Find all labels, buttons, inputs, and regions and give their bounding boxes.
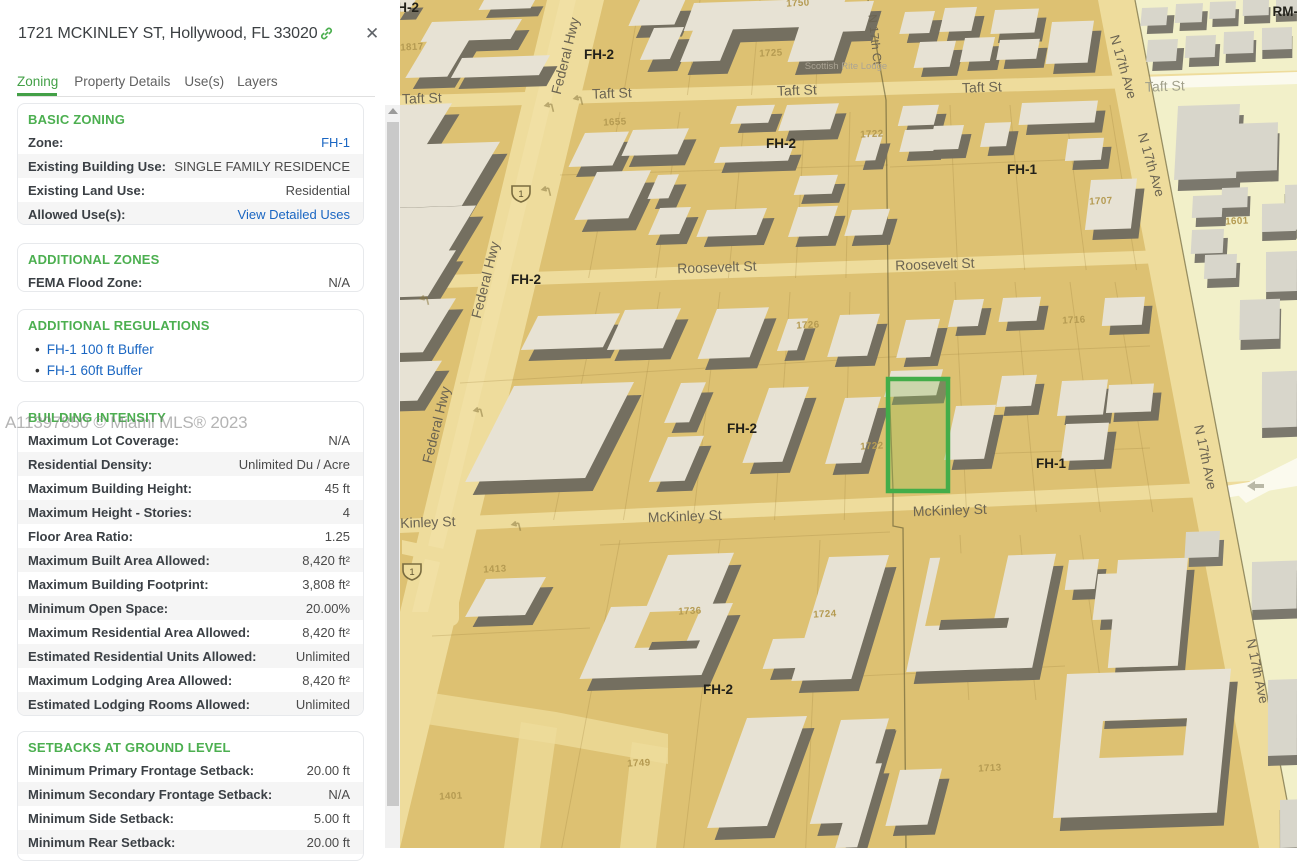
svg-text:1726: 1726 <box>796 319 820 331</box>
svg-text:McKinley St: McKinley St <box>648 507 723 526</box>
svg-text:1713: 1713 <box>978 762 1002 774</box>
svg-text:McKinley St: McKinley St <box>913 501 988 520</box>
svg-text:1722: 1722 <box>860 128 884 140</box>
svg-text:1707: 1707 <box>1089 195 1113 207</box>
svg-text:1413: 1413 <box>483 563 507 575</box>
svg-text:1401: 1401 <box>439 790 463 802</box>
svg-text:1: 1 <box>409 567 414 578</box>
svg-text:FH-2: FH-2 <box>703 682 733 697</box>
svg-text:1750: 1750 <box>786 0 810 10</box>
svg-text:FH-1: FH-1 <box>1036 456 1066 471</box>
svg-text:Taft St: Taft St <box>777 81 817 98</box>
svg-text:1: 1 <box>518 189 523 200</box>
svg-text:Roosevelt St: Roosevelt St <box>677 258 757 277</box>
svg-text:1749: 1749 <box>627 757 651 769</box>
svg-text:FH-2: FH-2 <box>727 421 757 436</box>
svg-text:FH-2: FH-2 <box>511 272 541 287</box>
svg-text:FH-2: FH-2 <box>400 0 419 15</box>
svg-text:1817: 1817 <box>400 41 424 53</box>
svg-text:Kinley St: Kinley St <box>400 513 456 531</box>
svg-text:1725: 1725 <box>759 47 783 59</box>
svg-text:Roosevelt St: Roosevelt St <box>895 255 975 274</box>
svg-text:Taft St: Taft St <box>402 89 442 106</box>
svg-text:1601: 1601 <box>1225 215 1249 227</box>
svg-text:FH-1: FH-1 <box>1007 162 1037 177</box>
svg-text:1724: 1724 <box>813 608 837 620</box>
svg-text:Taft St: Taft St <box>962 78 1002 95</box>
svg-text:1722: 1722 <box>860 440 884 452</box>
svg-text:Scottish Rite Lodge: Scottish Rite Lodge <box>805 61 887 72</box>
svg-text:FH-2: FH-2 <box>766 136 796 151</box>
svg-text:1655: 1655 <box>603 116 627 128</box>
svg-text:1716: 1716 <box>1062 314 1086 326</box>
svg-text:RM-1: RM-1 <box>1273 4 1297 19</box>
svg-text:Taft St: Taft St <box>592 84 632 101</box>
svg-text:1736: 1736 <box>678 605 702 617</box>
svg-text:FH-2: FH-2 <box>584 47 614 62</box>
svg-text:Taft St: Taft St <box>1145 77 1185 94</box>
